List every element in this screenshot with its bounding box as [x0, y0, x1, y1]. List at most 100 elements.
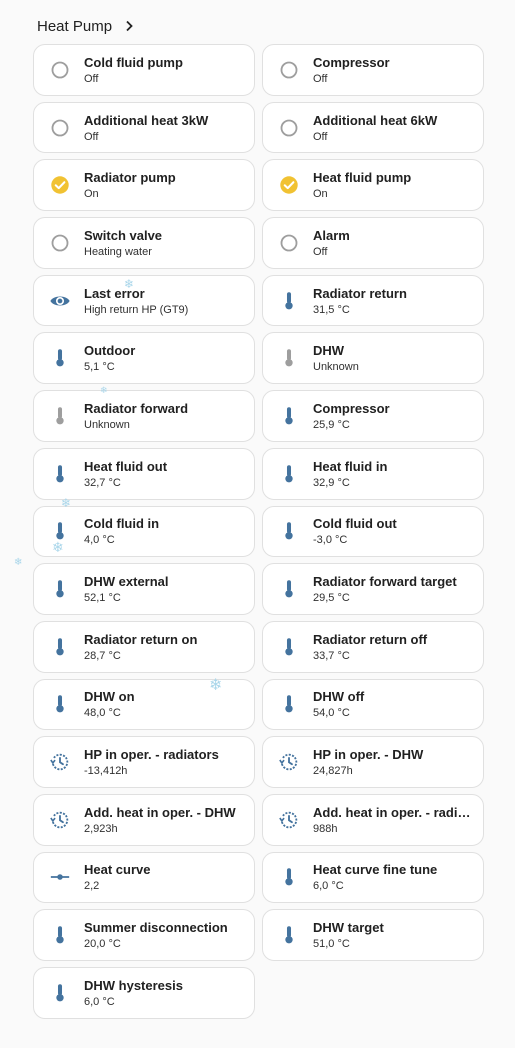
tile-name: Heat fluid out	[84, 458, 168, 474]
entity-tile-heat-curve[interactable]: Heat curve 2,2	[33, 851, 255, 904]
tile-state: Off	[313, 130, 328, 143]
entity-tile-last-error[interactable]: Last error High return HP (GT9)	[33, 274, 255, 327]
tile-info: Additional heat 6kW Off	[313, 112, 483, 144]
tile-name: DHW target	[313, 920, 384, 936]
entity-tile-dhw-external[interactable]: DHW external 52,1 °C	[33, 563, 255, 615]
thermometer-icon[interactable]	[48, 346, 72, 370]
tile-name: Add. heat in oper. - radiators	[313, 804, 475, 820]
tile-name: Compressor	[313, 400, 390, 416]
thermometer-icon[interactable]	[48, 404, 72, 428]
tile-info: HP in oper. - radiators -13,412h	[84, 746, 254, 778]
thermometer-icon[interactable]	[277, 289, 301, 313]
thermometer-icon[interactable]	[277, 519, 301, 543]
entity-tile-radiator-forward[interactable]: Radiator forward Unknown	[33, 390, 255, 442]
entity-tile-heat-fluid-pump[interactable]: Heat fluid pump On	[262, 159, 484, 212]
tile-state: 4,0 °C	[84, 534, 115, 547]
entity-tile-cold-fluid-out[interactable]: Cold fluid out -3,0 °C	[262, 505, 484, 558]
tile-state: On	[84, 188, 99, 201]
clock-history-icon[interactable]	[48, 808, 72, 832]
entity-tile-dhw[interactable]: DHW Unknown	[262, 332, 484, 385]
circle-outline-icon[interactable]	[48, 116, 72, 140]
thermometer-icon[interactable]	[48, 923, 72, 947]
entity-tile-summer-disconnection[interactable]: Summer disconnection 20,0 °C	[33, 909, 255, 961]
clock-history-icon[interactable]	[277, 750, 301, 774]
entity-tile-heat-curve-fine-tune[interactable]: Heat curve fine tune 6,0 °C	[262, 851, 484, 904]
entity-tile-dhw-off[interactable]: DHW off 54,0 °C	[262, 678, 484, 731]
thermometer-icon[interactable]	[277, 577, 301, 601]
entity-tile-additional-heat-3kw[interactable]: Additional heat 3kW Off	[33, 101, 255, 154]
tile-state: Off	[313, 72, 328, 85]
tile-info: Additional heat 3kW Off	[84, 112, 254, 144]
clock-history-icon[interactable]	[277, 808, 301, 832]
tile-name: Last error	[84, 285, 145, 301]
tile-info: Radiator forward target 29,5 °C	[313, 573, 483, 605]
entity-tile-heat-fluid-out[interactable]: Heat fluid out 32,7 °C	[33, 447, 255, 500]
entity-tile-hp-in-oper-radiators[interactable]: HP in oper. - radiators -13,412h	[33, 736, 255, 788]
thermometer-icon[interactable]	[277, 346, 301, 370]
thermometer-icon[interactable]	[48, 692, 72, 716]
tile-info: Switch valve Heating water	[84, 227, 254, 259]
eye-icon[interactable]	[48, 289, 72, 313]
thermometer-icon[interactable]	[48, 981, 72, 1005]
entity-tile-radiator-return[interactable]: Radiator return 31,5 °C	[262, 274, 484, 327]
thermometer-icon[interactable]	[277, 404, 301, 428]
circle-outline-icon[interactable]	[277, 58, 301, 82]
entity-tile-add-heat-in-oper-radiators[interactable]: Add. heat in oper. - radiators 988h	[262, 793, 484, 846]
entity-tile-hp-in-oper-dhw[interactable]: HP in oper. - DHW 24,827h	[262, 736, 484, 788]
tile-name: Switch valve	[84, 227, 163, 243]
thermometer-icon[interactable]	[277, 923, 301, 947]
thermometer-icon[interactable]	[48, 635, 72, 659]
tile-name: Additional heat 6kW	[313, 112, 438, 128]
tile-state: 54,0 °C	[313, 707, 350, 720]
entity-tile-heat-fluid-in[interactable]: Heat fluid in 32,9 °C	[262, 447, 484, 500]
circle-outline-icon[interactable]	[48, 58, 72, 82]
card-title: Heat Pump	[37, 17, 113, 35]
clock-history-icon[interactable]	[48, 750, 72, 774]
entity-tile-dhw-target[interactable]: DHW target 51,0 °C	[262, 909, 484, 961]
check-circle-icon[interactable]	[277, 173, 301, 197]
entity-tile-alarm[interactable]: Alarm Off	[262, 217, 484, 269]
thermometer-icon[interactable]	[277, 692, 301, 716]
entity-tile-radiator-pump[interactable]: Radiator pump On	[33, 159, 255, 212]
entity-tile-compressor[interactable]: Compressor 25,9 °C	[262, 390, 484, 442]
tile-state: 29,5 °C	[313, 592, 350, 605]
tile-info: Add. heat in oper. - DHW 2,923h	[84, 804, 254, 836]
entity-tile-cold-fluid-in[interactable]: Cold fluid in 4,0 °C	[33, 505, 255, 558]
thermometer-icon[interactable]	[277, 865, 301, 889]
card-header[interactable]: Heat Pump	[37, 14, 134, 38]
tile-state: 51,0 °C	[313, 938, 350, 951]
slider-icon[interactable]	[48, 865, 72, 889]
chevron-right-icon	[126, 20, 133, 32]
thermometer-icon[interactable]	[48, 519, 72, 543]
entity-tile-radiator-forward-target[interactable]: Radiator forward target 29,5 °C	[262, 563, 484, 615]
entity-tile-dhw-hysteresis[interactable]: DHW hysteresis 6,0 °C	[33, 967, 255, 1019]
tile-name: DHW	[313, 343, 345, 359]
tile-name: DHW off	[313, 689, 365, 705]
tile-state: Off	[313, 245, 328, 258]
tile-info: Heat fluid in 32,9 °C	[313, 458, 483, 490]
entity-tile-outdoor[interactable]: Outdoor 5,1 °C	[33, 332, 255, 385]
entity-tile-dhw-on[interactable]: DHW on 48,0 °C	[33, 678, 255, 731]
entity-tile-radiator-return-off[interactable]: Radiator return off 33,7 °C	[262, 620, 484, 673]
circle-outline-icon[interactable]	[277, 231, 301, 255]
tile-state: 6,0 °C	[313, 880, 344, 893]
tile-info: Alarm Off	[313, 227, 483, 259]
thermometer-icon[interactable]	[277, 635, 301, 659]
tile-name: DHW external	[84, 574, 169, 590]
circle-outline-icon[interactable]	[48, 231, 72, 255]
check-circle-icon[interactable]	[48, 173, 72, 197]
thermometer-icon[interactable]	[48, 577, 72, 601]
entity-tile-cold-fluid-pump[interactable]: Cold fluid pump Off	[33, 44, 255, 96]
tile-info: DHW Unknown	[313, 342, 483, 374]
entity-tile-compressor[interactable]: Compressor Off	[262, 44, 484, 96]
entity-tile-add-heat-in-oper-dhw[interactable]: Add. heat in oper. - DHW 2,923h	[33, 793, 255, 846]
entity-tile-switch-valve[interactable]: Switch valve Heating water	[33, 217, 255, 269]
thermometer-icon[interactable]	[277, 462, 301, 486]
tile-info: Last error High return HP (GT9)	[84, 285, 254, 317]
circle-outline-icon[interactable]	[277, 116, 301, 140]
tile-info: Radiator return on 28,7 °C	[84, 631, 254, 663]
entity-tile-additional-heat-6kw[interactable]: Additional heat 6kW Off	[262, 101, 484, 154]
thermometer-icon[interactable]	[48, 462, 72, 486]
tile-name: Alarm	[313, 227, 350, 243]
entity-tile-radiator-return-on[interactable]: Radiator return on 28,7 °C	[33, 620, 255, 673]
